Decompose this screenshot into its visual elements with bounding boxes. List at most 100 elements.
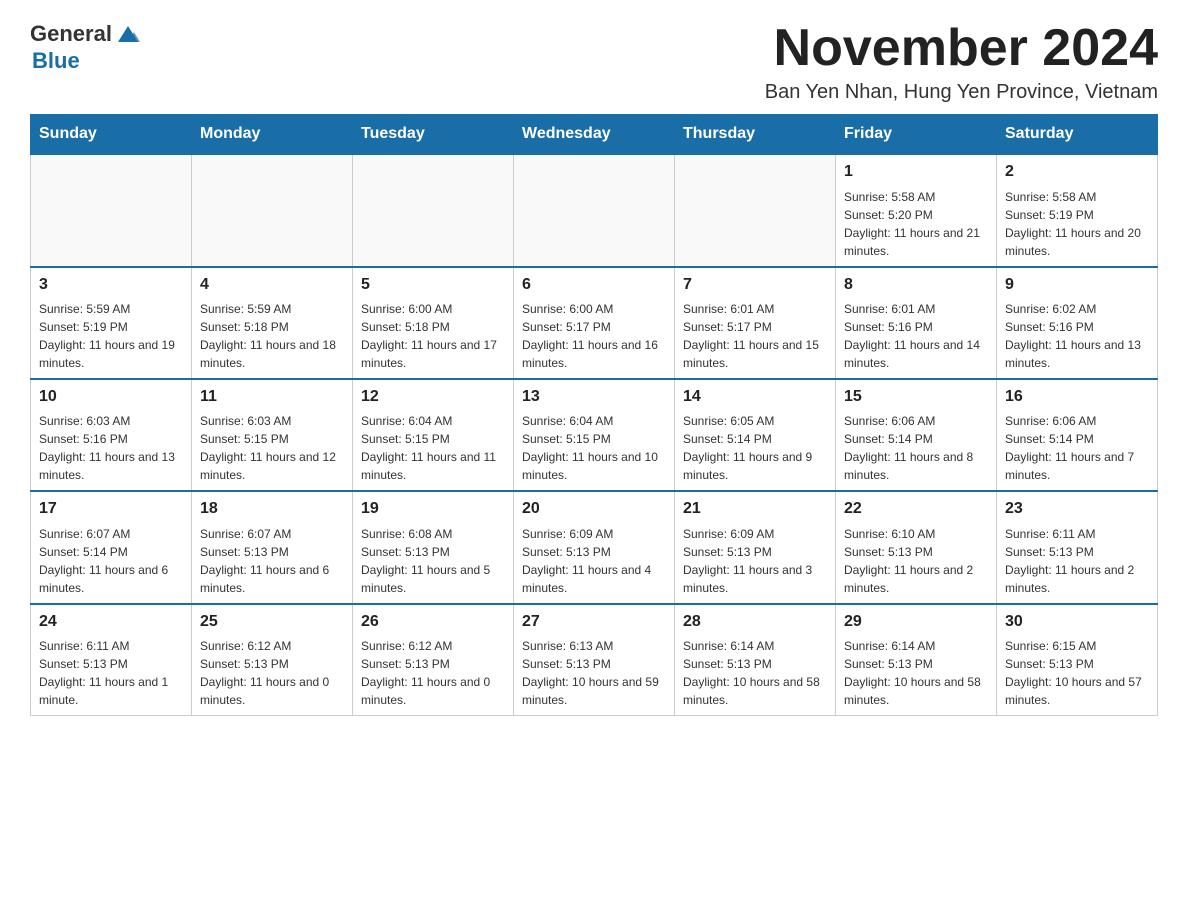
calendar-cell: 14 Sunrise: 6:05 AM Sunset: 5:14 PM Dayli… (675, 379, 836, 491)
logo-general-text: General (30, 22, 112, 46)
day-number: 7 (683, 274, 827, 296)
day-info: Sunrise: 5:59 AM Sunset: 5:18 PM Dayligh… (200, 300, 344, 372)
day-info: Sunrise: 6:03 AM Sunset: 5:16 PM Dayligh… (39, 412, 183, 484)
calendar-cell: 22 Sunrise: 6:10 AM Sunset: 5:13 PM Dayli… (836, 491, 997, 603)
weekday-header-sunday: Sunday (31, 115, 192, 155)
day-number: 18 (200, 498, 344, 520)
day-number: 21 (683, 498, 827, 520)
weekday-header-thursday: Thursday (675, 115, 836, 155)
day-info: Sunrise: 6:14 AM Sunset: 5:13 PM Dayligh… (844, 637, 988, 709)
day-info: Sunrise: 6:03 AM Sunset: 5:15 PM Dayligh… (200, 412, 344, 484)
day-info: Sunrise: 6:02 AM Sunset: 5:16 PM Dayligh… (1005, 300, 1149, 372)
day-number: 11 (200, 386, 344, 408)
calendar-cell: 30 Sunrise: 6:15 AM Sunset: 5:13 PM Dayli… (997, 604, 1158, 716)
logo: General Blue (30, 20, 142, 74)
calendar-cell: 25Sunrise: 6:12 AM Sunset: 5:13 PM Dayli… (192, 604, 353, 716)
day-number: 24 (39, 611, 183, 633)
day-info: Sunrise: 6:06 AM Sunset: 5:14 PM Dayligh… (844, 412, 988, 484)
title-area: November 2024 Ban Yen Nhan, Hung Yen Pro… (765, 20, 1158, 104)
calendar-cell: 24 Sunrise: 6:11 AM Sunset: 5:13 PM Dayli… (31, 604, 192, 716)
weekday-header-monday: Monday (192, 115, 353, 155)
day-info: Sunrise: 6:12 AM Sunset: 5:13 PM Dayligh… (200, 637, 344, 709)
calendar-cell: 2 Sunrise: 5:58 AM Sunset: 5:19 PM Daylig… (997, 154, 1158, 266)
day-number: 26 (361, 611, 505, 633)
day-info: Sunrise: 6:00 AM Sunset: 5:17 PM Dayligh… (522, 300, 666, 372)
calendar-cell (675, 154, 836, 266)
calendar-title: November 2024 (765, 20, 1158, 77)
day-number: 5 (361, 274, 505, 296)
day-number: 17 (39, 498, 183, 520)
calendar-cell (31, 154, 192, 266)
day-info: Sunrise: 6:14 AM Sunset: 5:13 PM Dayligh… (683, 637, 827, 709)
weekday-header-saturday: Saturday (997, 115, 1158, 155)
page-header: General Blue November 2024 Ban Yen Nhan,… (30, 20, 1158, 104)
day-info: Sunrise: 6:11 AM Sunset: 5:13 PM Dayligh… (1005, 525, 1149, 597)
day-info: Sunrise: 6:00 AM Sunset: 5:18 PM Dayligh… (361, 300, 505, 372)
day-number: 15 (844, 386, 988, 408)
calendar-cell (514, 154, 675, 266)
calendar-cell: 7 Sunrise: 6:01 AM Sunset: 5:17 PM Daylig… (675, 267, 836, 379)
calendar-week-4: 17 Sunrise: 6:07 AM Sunset: 5:14 PM Dayli… (31, 491, 1158, 603)
day-info: Sunrise: 6:07 AM Sunset: 5:13 PM Dayligh… (200, 525, 344, 597)
day-number: 16 (1005, 386, 1149, 408)
calendar-cell (353, 154, 514, 266)
weekday-header-wednesday: Wednesday (514, 115, 675, 155)
day-number: 29 (844, 611, 988, 633)
day-number: 19 (361, 498, 505, 520)
day-number: 3 (39, 274, 183, 296)
calendar-week-5: 24 Sunrise: 6:11 AM Sunset: 5:13 PM Dayli… (31, 604, 1158, 716)
day-number: 28 (683, 611, 827, 633)
day-info: Sunrise: 5:59 AM Sunset: 5:19 PM Dayligh… (39, 300, 183, 372)
day-info: Sunrise: 6:13 AM Sunset: 5:13 PM Dayligh… (522, 637, 666, 709)
calendar-cell: 8 Sunrise: 6:01 AM Sunset: 5:16 PM Daylig… (836, 267, 997, 379)
day-number: 23 (1005, 498, 1149, 520)
day-number: 27 (522, 611, 666, 633)
day-number: 9 (1005, 274, 1149, 296)
calendar-cell (192, 154, 353, 266)
day-info: Sunrise: 6:07 AM Sunset: 5:14 PM Dayligh… (39, 525, 183, 597)
day-info: Sunrise: 5:58 AM Sunset: 5:19 PM Dayligh… (1005, 188, 1149, 260)
calendar-cell: 11 Sunrise: 6:03 AM Sunset: 5:15 PM Dayli… (192, 379, 353, 491)
day-info: Sunrise: 6:04 AM Sunset: 5:15 PM Dayligh… (522, 412, 666, 484)
day-info: Sunrise: 6:11 AM Sunset: 5:13 PM Dayligh… (39, 637, 183, 709)
weekday-header-friday: Friday (836, 115, 997, 155)
calendar-cell: 6Sunrise: 6:00 AM Sunset: 5:17 PM Daylig… (514, 267, 675, 379)
weekday-header-tuesday: Tuesday (353, 115, 514, 155)
calendar-cell: 9 Sunrise: 6:02 AM Sunset: 5:16 PM Daylig… (997, 267, 1158, 379)
calendar-cell: 15 Sunrise: 6:06 AM Sunset: 5:14 PM Dayli… (836, 379, 997, 491)
day-info: Sunrise: 6:12 AM Sunset: 5:13 PM Dayligh… (361, 637, 505, 709)
calendar-cell: 3 Sunrise: 5:59 AM Sunset: 5:19 PM Daylig… (31, 267, 192, 379)
day-info: Sunrise: 6:15 AM Sunset: 5:13 PM Dayligh… (1005, 637, 1149, 709)
calendar-cell: 5 Sunrise: 6:00 AM Sunset: 5:18 PM Daylig… (353, 267, 514, 379)
day-number: 22 (844, 498, 988, 520)
day-info: Sunrise: 6:10 AM Sunset: 5:13 PM Dayligh… (844, 525, 988, 597)
day-info: Sunrise: 6:09 AM Sunset: 5:13 PM Dayligh… (522, 525, 666, 597)
day-info: Sunrise: 6:05 AM Sunset: 5:14 PM Dayligh… (683, 412, 827, 484)
day-info: Sunrise: 6:09 AM Sunset: 5:13 PM Dayligh… (683, 525, 827, 597)
calendar-week-3: 10Sunrise: 6:03 AM Sunset: 5:16 PM Dayli… (31, 379, 1158, 491)
day-info: Sunrise: 6:01 AM Sunset: 5:17 PM Dayligh… (683, 300, 827, 372)
calendar-cell: 23 Sunrise: 6:11 AM Sunset: 5:13 PM Dayli… (997, 491, 1158, 603)
day-number: 4 (200, 274, 344, 296)
day-number: 14 (683, 386, 827, 408)
day-info: Sunrise: 5:58 AM Sunset: 5:20 PM Dayligh… (844, 188, 988, 260)
day-number: 2 (1005, 161, 1149, 183)
calendar-cell: 27 Sunrise: 6:13 AM Sunset: 5:13 PM Dayli… (514, 604, 675, 716)
day-info: Sunrise: 6:04 AM Sunset: 5:15 PM Dayligh… (361, 412, 505, 484)
day-info: Sunrise: 6:01 AM Sunset: 5:16 PM Dayligh… (844, 300, 988, 372)
calendar-cell: 12Sunrise: 6:04 AM Sunset: 5:15 PM Dayli… (353, 379, 514, 491)
day-number: 13 (522, 386, 666, 408)
calendar-week-1: 1Sunrise: 5:58 AM Sunset: 5:20 PM Daylig… (31, 154, 1158, 266)
calendar-week-2: 3 Sunrise: 5:59 AM Sunset: 5:19 PM Daylig… (31, 267, 1158, 379)
day-number: 30 (1005, 611, 1149, 633)
day-number: 8 (844, 274, 988, 296)
calendar-subtitle: Ban Yen Nhan, Hung Yen Province, Vietnam (765, 81, 1158, 104)
calendar-cell: 16 Sunrise: 6:06 AM Sunset: 5:14 PM Dayli… (997, 379, 1158, 491)
day-number: 20 (522, 498, 666, 520)
day-info: Sunrise: 6:06 AM Sunset: 5:14 PM Dayligh… (1005, 412, 1149, 484)
calendar-cell: 13 Sunrise: 6:04 AM Sunset: 5:15 PM Dayli… (514, 379, 675, 491)
calendar-cell: 19Sunrise: 6:08 AM Sunset: 5:13 PM Dayli… (353, 491, 514, 603)
weekday-header-row: SundayMondayTuesdayWednesdayThursdayFrid… (31, 115, 1158, 155)
calendar-cell: 1Sunrise: 5:58 AM Sunset: 5:20 PM Daylig… (836, 154, 997, 266)
calendar-cell: 17 Sunrise: 6:07 AM Sunset: 5:14 PM Dayli… (31, 491, 192, 603)
